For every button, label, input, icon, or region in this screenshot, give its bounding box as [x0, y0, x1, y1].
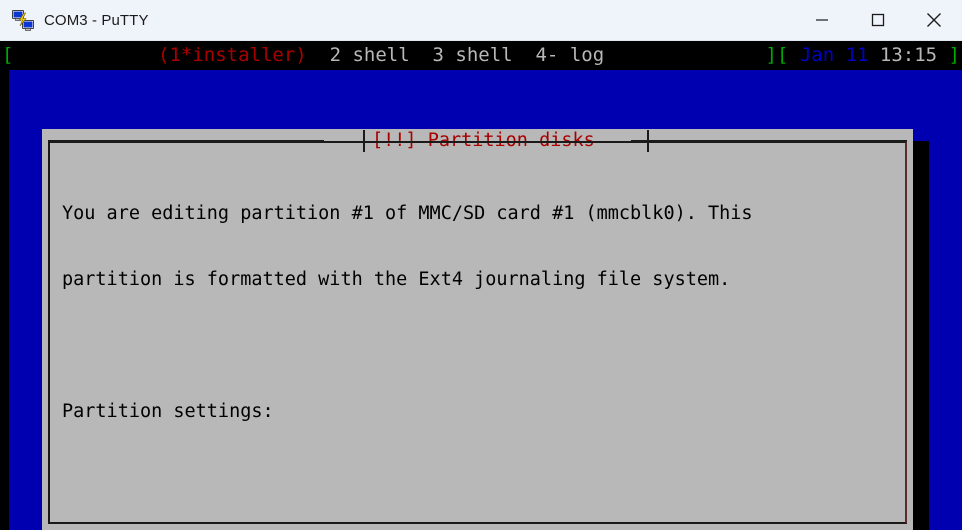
window-controls	[794, 0, 962, 41]
tmux-window-list[interactable]: (1*installer) 2 shell 3 shell 4- log	[158, 41, 604, 70]
scroll-cell-3	[863, 401, 877, 423]
putty-window: COM3 - PuTTY [(1*installer) 2 shell 3 s…	[0, 0, 962, 530]
close-button[interactable]	[906, 0, 962, 41]
status-right-bracket-2: ]	[937, 44, 960, 66]
close-icon	[927, 13, 941, 27]
status-clock-date: Jan 11	[788, 44, 880, 66]
minimize-button[interactable]	[794, 0, 850, 41]
window-title-group: COM3 - PuTTY	[0, 9, 794, 31]
scroll-cell-1	[863, 269, 877, 291]
maximize-button[interactable]	[850, 0, 906, 41]
scroll-cell-4	[863, 467, 877, 489]
section-heading: Partition settings:	[62, 401, 274, 422]
intro-line-1: You are editing partition #1 of MMC/SD c…	[62, 203, 753, 224]
status-right: ][ Jan 11 13:15 ]	[766, 41, 961, 70]
partition-disks-dialog: [!!] Partition disks You are editing par…	[42, 129, 913, 530]
window-titlebar: COM3 - PuTTY	[0, 0, 962, 41]
dialog-scrollbar[interactable]: – ▒ ▒ ▒ ▒ ▒ ▒ 0 ·	[863, 159, 877, 530]
maximize-icon	[871, 13, 885, 27]
window-title-text: COM3 - PuTTY	[44, 11, 149, 29]
status-left-bracket: [	[2, 44, 14, 66]
scroll-cell-2	[863, 335, 877, 357]
scroll-cell-0	[863, 203, 877, 225]
intro-line-2: partition is formatted with the Ext4 jou…	[62, 269, 731, 290]
tmux-status-line: [ (1*installer) 2 shell 3 shell 4- log ]…	[0, 41, 962, 70]
tmux-window-active[interactable]: (1*installer)	[158, 44, 307, 66]
minimize-icon	[816, 19, 828, 21]
terminal-area[interactable]: [ (1*installer) 2 shell 3 shell 4- log ]…	[0, 41, 962, 530]
status-right-bracket-1: ][	[765, 44, 789, 66]
putty-icon	[12, 9, 34, 31]
status-clock-time: 13:15	[879, 44, 938, 66]
dialog-body: You are editing partition #1 of MMC/SD c…	[62, 159, 903, 522]
tmux-window-others[interactable]: 2 shell 3 shell 4- log	[307, 44, 605, 66]
